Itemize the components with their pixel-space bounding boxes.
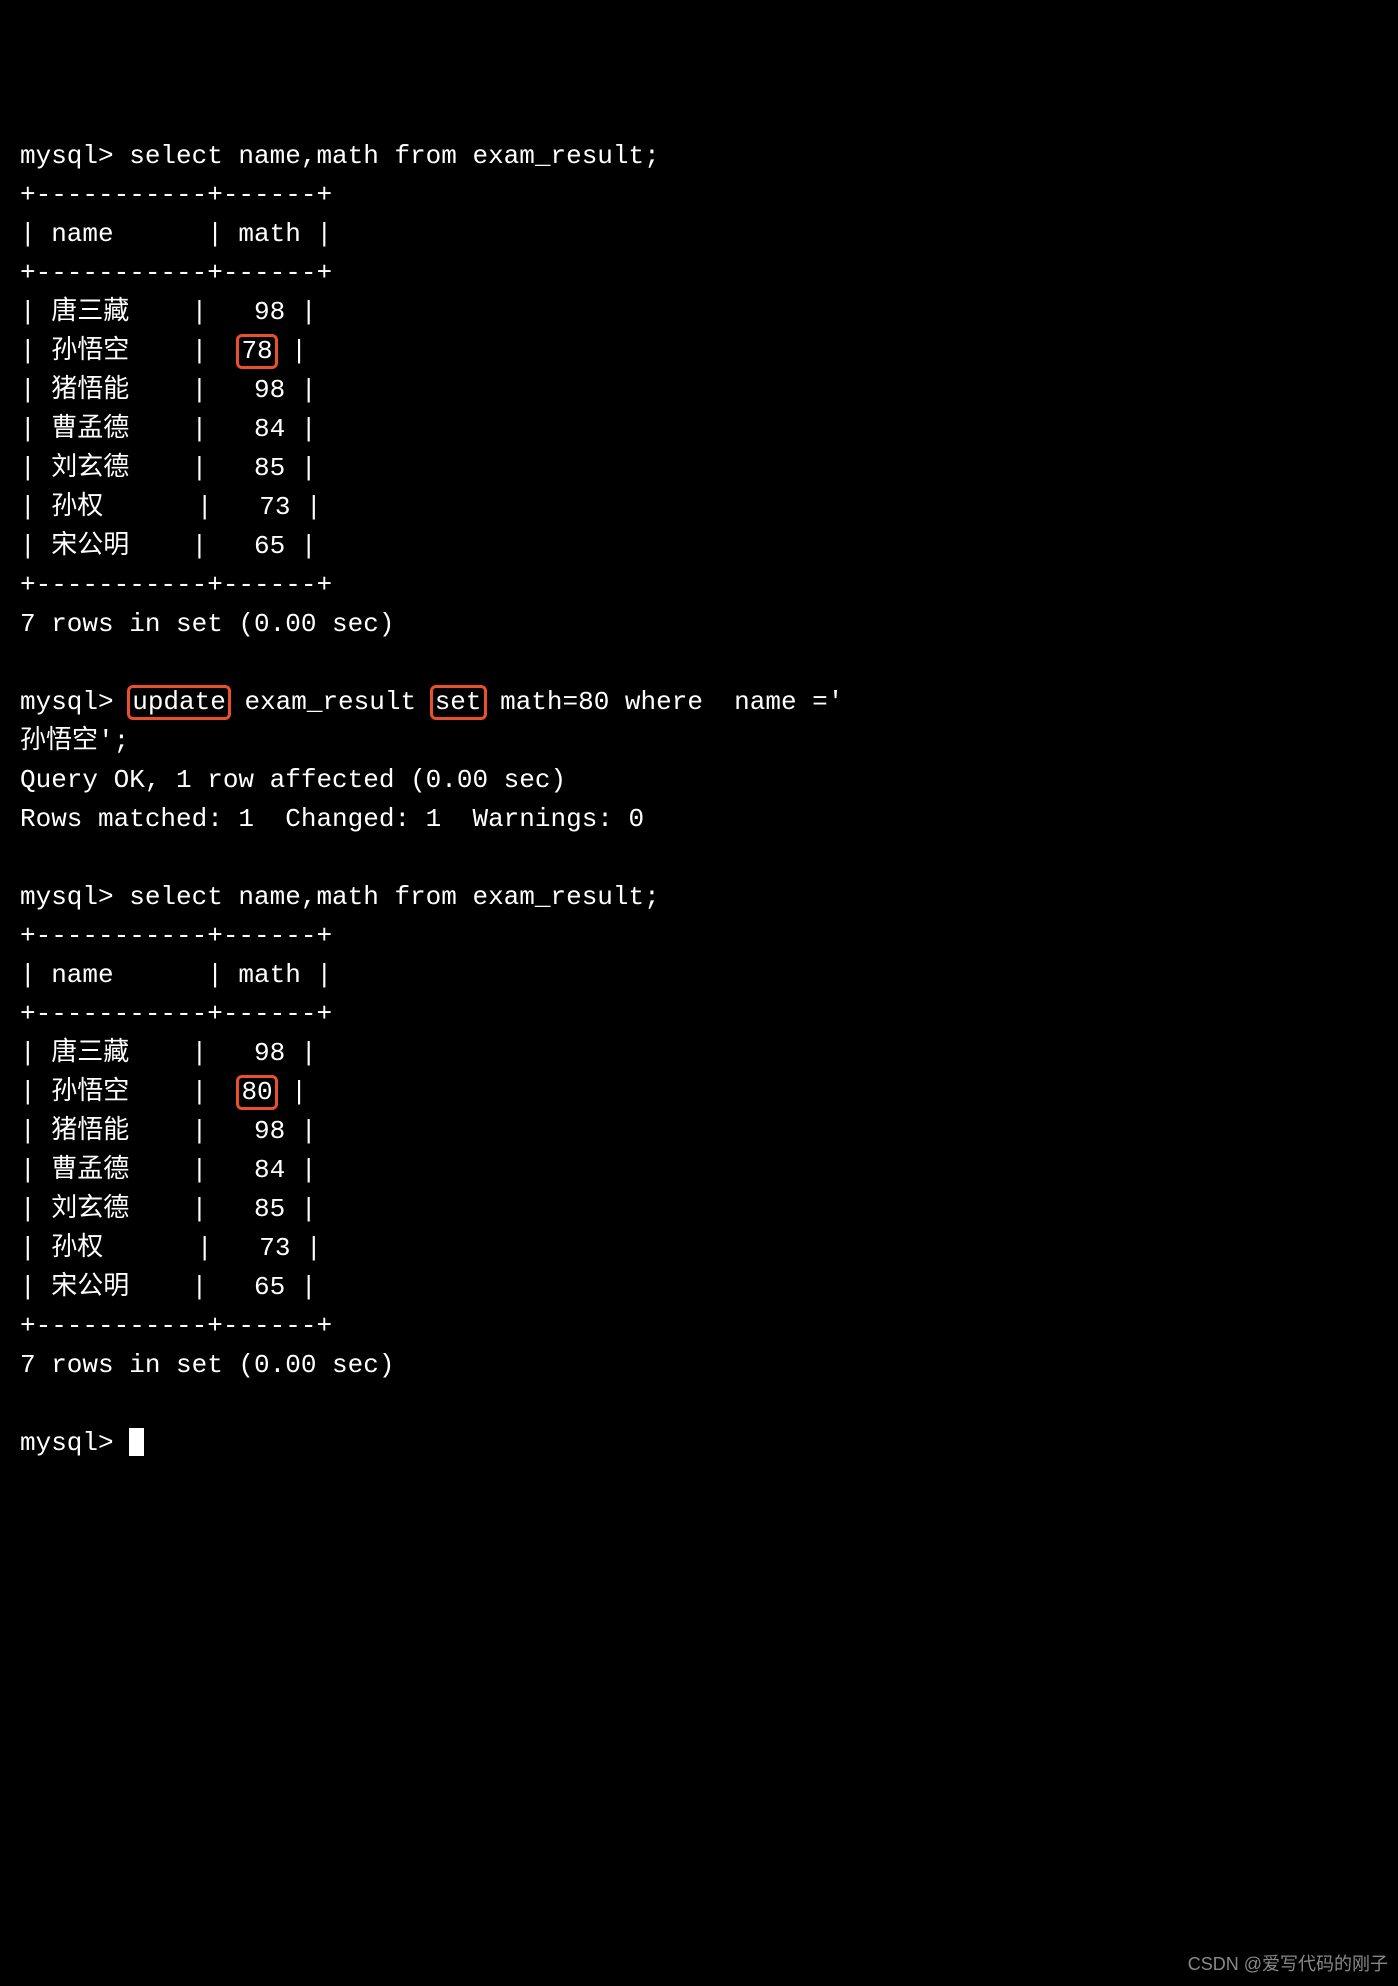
table-row: | 刘玄德 | 85 |: [20, 449, 1378, 488]
table-border: +-----------+------+: [20, 917, 1378, 956]
sql-update: mysql> update exam_result set math=80 wh…: [20, 683, 1378, 722]
table-header: | name | math |: [20, 956, 1378, 995]
table-row: | 孙权 | 73 |: [20, 1229, 1378, 1268]
table-row: | 曹孟德 | 84 |: [20, 1151, 1378, 1190]
prompt-line[interactable]: mysql>: [20, 1424, 1378, 1463]
table-border: +-----------+------+: [20, 995, 1378, 1034]
table-row: | 曹孟德 | 84 |: [20, 410, 1378, 449]
watermark-text: CSDN @爱写代码的刚子: [1188, 1951, 1388, 1978]
terminal-output: mysql> select name,math from exam_result…: [20, 137, 1378, 1463]
table-row: | 唐三藏 | 98 |: [20, 293, 1378, 332]
keyword-set: set: [430, 685, 487, 720]
table-row: | 孙悟空 | 78 |: [20, 332, 1378, 371]
table-border: +-----------+------+: [20, 176, 1378, 215]
table-border: +-----------+------+: [20, 254, 1378, 293]
query-ok: Query OK, 1 row affected (0.00 sec): [20, 761, 1378, 800]
table-row: | 唐三藏 | 98 |: [20, 1034, 1378, 1073]
sql-query: mysql> select name,math from exam_result…: [20, 137, 1378, 176]
sql-update-cont: 孙悟空';: [20, 722, 1378, 761]
table-border: +-----------+------+: [20, 566, 1378, 605]
cursor-icon: [129, 1428, 144, 1456]
table-row: | 孙悟空 | 80 |: [20, 1073, 1378, 1112]
table-row: | 猪悟能 | 98 |: [20, 371, 1378, 410]
table-row: | 宋公明 | 65 |: [20, 1268, 1378, 1307]
highlighted-value: 78: [236, 334, 277, 369]
table-row: | 刘玄德 | 85 |: [20, 1190, 1378, 1229]
rows-matched: Rows matched: 1 Changed: 1 Warnings: 0: [20, 800, 1378, 839]
table-row: | 宋公明 | 65 |: [20, 527, 1378, 566]
keyword-update: update: [127, 685, 231, 720]
result-summary: 7 rows in set (0.00 sec): [20, 1346, 1378, 1385]
table-header: | name | math |: [20, 215, 1378, 254]
highlighted-value: 80: [236, 1075, 277, 1110]
sql-query: mysql> select name,math from exam_result…: [20, 878, 1378, 917]
table-row: | 猪悟能 | 98 |: [20, 1112, 1378, 1151]
table-row: | 孙权 | 73 |: [20, 488, 1378, 527]
table-border: +-----------+------+: [20, 1307, 1378, 1346]
result-summary: 7 rows in set (0.00 sec): [20, 605, 1378, 644]
